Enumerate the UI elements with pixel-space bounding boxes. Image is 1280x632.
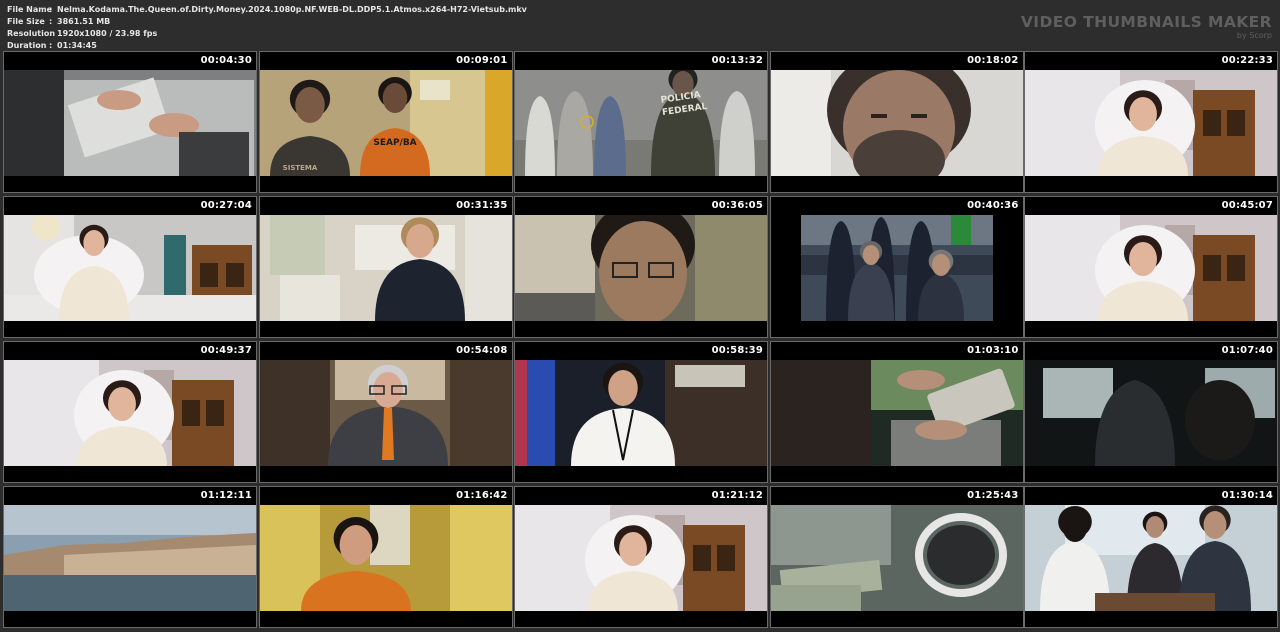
thumbnail-frame [515, 215, 767, 321]
thumbnail-tile: 00:49:37 [3, 341, 257, 483]
file-info-value: 01:34:45 [57, 41, 97, 50]
thumbnail-tile: 00:58:39 [514, 341, 768, 483]
thumbnail-timestamp: 00:22:33 [1221, 55, 1273, 66]
thumbnail-timestamp: 00:36:05 [711, 200, 763, 211]
thumbnail-tile: 00:31:35 [258, 196, 513, 338]
svg-text:SISTEMA: SISTEMA [282, 164, 317, 172]
thumbnail-tile: SEAP/BA SISTEMA 00:09:01 [258, 51, 513, 193]
thumbnail-frame [515, 505, 767, 611]
thumbnail-tile: 00:04:30 [3, 51, 257, 193]
thumbnail-timestamp: 01:25:43 [967, 490, 1019, 501]
file-info-separator: : [49, 41, 53, 50]
file-info-row: File Size:3861.51 MB [7, 16, 527, 28]
file-info-key: File Size [7, 17, 45, 26]
thumbnail-tile: 00:40:36 [769, 196, 1024, 338]
thumbnail-frame: POLICIA FEDERAL [515, 70, 767, 176]
thumbnail-tile: 00:54:08 [258, 341, 513, 483]
thumbnail-frame [4, 70, 256, 176]
file-info-row: Resolution:1920x1080 / 23.98 fps [7, 28, 527, 40]
thumbnail-timestamp: 00:31:35 [456, 200, 508, 211]
thumbnail-frame [1025, 215, 1277, 321]
thumbnail-timestamp: 00:58:39 [711, 345, 763, 356]
thumbnail-timestamp: 00:18:02 [967, 55, 1019, 66]
thumbnail-timestamp: 00:49:37 [200, 345, 252, 356]
thumbnail-timestamp: 01:21:12 [711, 490, 763, 501]
thumbnail-tile: 00:36:05 [514, 196, 768, 338]
thumbnail-tile: 00:27:04 [3, 196, 257, 338]
svg-text:SEAP/BA: SEAP/BA [373, 138, 416, 148]
thumbnail-tile: POLICIA FEDERAL 00:13:32 [514, 51, 768, 193]
thumbnail-frame [770, 215, 1023, 321]
file-info-row: File Name: Nelma.Kodama.The.Queen.of.Dirt… [7, 4, 527, 16]
file-info-row: Duration:01:34:45 [7, 40, 527, 52]
thumbnail-frame [1025, 70, 1277, 176]
thumbnail-timestamp: 01:12:11 [200, 490, 252, 501]
thumbnail-timestamp: 00:40:36 [967, 200, 1019, 211]
file-info-value: 1920x1080 / 23.98 fps [57, 29, 158, 38]
thumbnail-tile: 01:16:42 [258, 486, 513, 628]
thumbnail-tile: 01:12:11 [3, 486, 257, 628]
thumbnail-tile: 00:45:07 [1024, 196, 1278, 338]
thumbnail-timestamp: 00:04:30 [200, 55, 252, 66]
thumbnail-frame [770, 70, 1023, 176]
thumbnail-timestamp: 01:07:40 [1221, 345, 1273, 356]
thumbnail-frame [770, 505, 1023, 611]
brand-title: VIDEO THUMBNAILS MAKER [1020, 13, 1272, 31]
thumbnail-timestamp: 00:45:07 [1221, 200, 1273, 211]
file-info-value: Nelma.Kodama.The.Queen.of.Dirty.Money.20… [57, 5, 527, 14]
thumbnail-frame [515, 360, 767, 466]
thumbnail-frame [259, 360, 512, 466]
thumbnail-frame [4, 505, 256, 611]
file-info-separator: : [49, 5, 53, 14]
thumbnail-timestamp: 00:09:01 [456, 55, 508, 66]
file-info-key: File Name [7, 5, 53, 14]
thumbnail-tile: 00:22:33 [1024, 51, 1278, 193]
thumbnail-tile: 01:21:12 [514, 486, 768, 628]
thumbnail-frame [1025, 505, 1277, 611]
file-info-key: Resolution [7, 29, 56, 38]
thumbnail-timestamp: 01:03:10 [967, 345, 1019, 356]
thumbnail-frame [259, 215, 512, 321]
thumbnail-frame [4, 360, 256, 466]
thumbnail-timestamp: 00:27:04 [200, 200, 252, 211]
thumbnail-timestamp: 01:16:42 [456, 490, 508, 501]
file-info-separator: : [49, 29, 53, 38]
thumbnail-timestamp: 00:54:08 [456, 345, 508, 356]
thumbnail-tile: 01:25:43 [769, 486, 1024, 628]
file-info-value: 3861.51 MB [57, 17, 111, 26]
thumbnail-frame [259, 505, 512, 611]
thumbnail-tile: 01:30:14 [1024, 486, 1278, 628]
thumbnail-timestamp: 00:13:32 [711, 55, 763, 66]
brand-subtitle: by Scorp [1236, 31, 1272, 40]
thumbnail-tile: 01:07:40 [1024, 341, 1278, 483]
thumbnail-frame [1025, 360, 1277, 466]
brand-watermark: VIDEO THUMBNAILS MAKER by Scorp [1021, 13, 1272, 40]
file-info-separator: : [49, 17, 53, 26]
file-info-panel: File Name: Nelma.Kodama.The.Queen.of.Dirt… [7, 4, 527, 52]
thumbnail-tile: 01:03:10 [769, 341, 1024, 483]
thumbnail-frame: SEAP/BA SISTEMA [259, 70, 512, 176]
thumbnail-timestamp: 01:30:14 [1221, 490, 1273, 501]
thumbnail-frame [770, 360, 1023, 466]
thumbnail-frame [4, 215, 256, 321]
thumbnail-tile: 00:18:02 [769, 51, 1024, 193]
file-info-key: Duration [7, 41, 47, 50]
